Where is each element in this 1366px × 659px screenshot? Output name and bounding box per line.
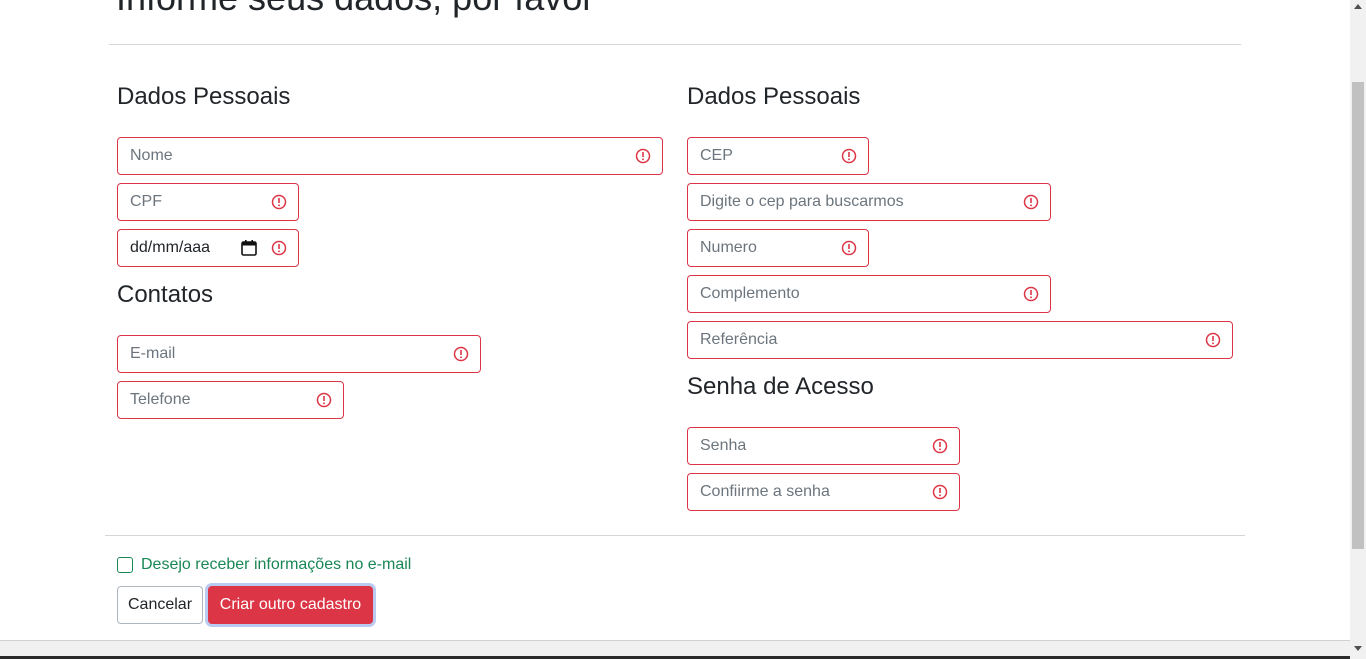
email-placeholder: E-mail [130, 345, 176, 362]
email-field[interactable]: E-mail [117, 335, 481, 373]
confirm-password-placeholder: Confiirme a senha [700, 483, 830, 500]
page-title: Informe seus dados, por favor [116, 0, 594, 19]
cep-field[interactable]: CEP [687, 137, 869, 175]
confirm-password-field[interactable]: Confiirme a senha [687, 473, 960, 511]
phone-placeholder: Telefone [130, 391, 191, 408]
exclamation-circle-icon [841, 240, 857, 256]
exclamation-circle-icon [271, 240, 287, 256]
cep-placeholder: CEP [700, 147, 733, 164]
scroll-up-arrow-icon[interactable] [1354, 4, 1362, 9]
exclamation-circle-icon [1023, 194, 1039, 210]
registration-page: Informe seus dados, por favor Dados Pess… [0, 0, 1366, 659]
newsletter-checkbox[interactable] [117, 557, 133, 573]
top-divider [109, 44, 1241, 45]
reference-field[interactable]: Referência [687, 321, 1233, 359]
reference-placeholder: Referência [700, 331, 778, 348]
contacts-section-title: Contatos [117, 281, 214, 308]
cancel-button[interactable]: Cancelar [117, 586, 203, 624]
exclamation-circle-icon [271, 194, 287, 210]
newsletter-option[interactable]: Desejo receber informações no e-mail [117, 555, 411, 575]
birthdate-placeholder: dd/mm/aaa [130, 239, 211, 256]
street-placeholder: Digite o cep para buscarmos [700, 193, 904, 210]
name-placeholder: Nome [130, 147, 173, 164]
access-section-title: Senha de Acesso [687, 373, 874, 400]
password-placeholder: Senha [700, 437, 747, 454]
exclamation-circle-icon [316, 392, 332, 408]
exclamation-circle-icon [635, 148, 651, 164]
password-field[interactable]: Senha [687, 427, 960, 465]
newsletter-label[interactable]: Desejo receber informações no e-mail [141, 556, 411, 574]
name-field[interactable]: Nome [117, 137, 663, 175]
calendar-icon[interactable] [240, 239, 258, 257]
exclamation-circle-icon [932, 438, 948, 454]
scrollbar-thumb[interactable] [1352, 82, 1364, 549]
birthdate-field[interactable]: dd/mm/aaa [117, 229, 299, 267]
exclamation-circle-icon [453, 346, 469, 362]
exclamation-circle-icon [1023, 286, 1039, 302]
exclamation-circle-icon [841, 148, 857, 164]
complement-field[interactable]: Complemento [687, 275, 1051, 313]
number-placeholder: Numero [700, 239, 757, 256]
cpf-field[interactable]: CPF [117, 183, 299, 221]
address-section-title: Dados Pessoais [687, 83, 861, 110]
create-another-button[interactable]: Criar outro cadastro [208, 586, 373, 624]
phone-field[interactable]: Telefone [117, 381, 344, 419]
street-field[interactable]: Digite o cep para buscarmos [687, 183, 1051, 221]
exclamation-circle-icon [932, 484, 948, 500]
personal-section-title: Dados Pessoais [117, 83, 291, 110]
vertical-scrollbar[interactable] [1350, 0, 1366, 659]
number-field[interactable]: Numero [687, 229, 869, 267]
complement-placeholder: Complemento [700, 285, 800, 302]
cpf-placeholder: CPF [130, 193, 162, 210]
scroll-down-arrow-icon[interactable] [1354, 646, 1362, 651]
exclamation-circle-icon [1205, 332, 1221, 348]
bottom-divider [105, 535, 1245, 536]
